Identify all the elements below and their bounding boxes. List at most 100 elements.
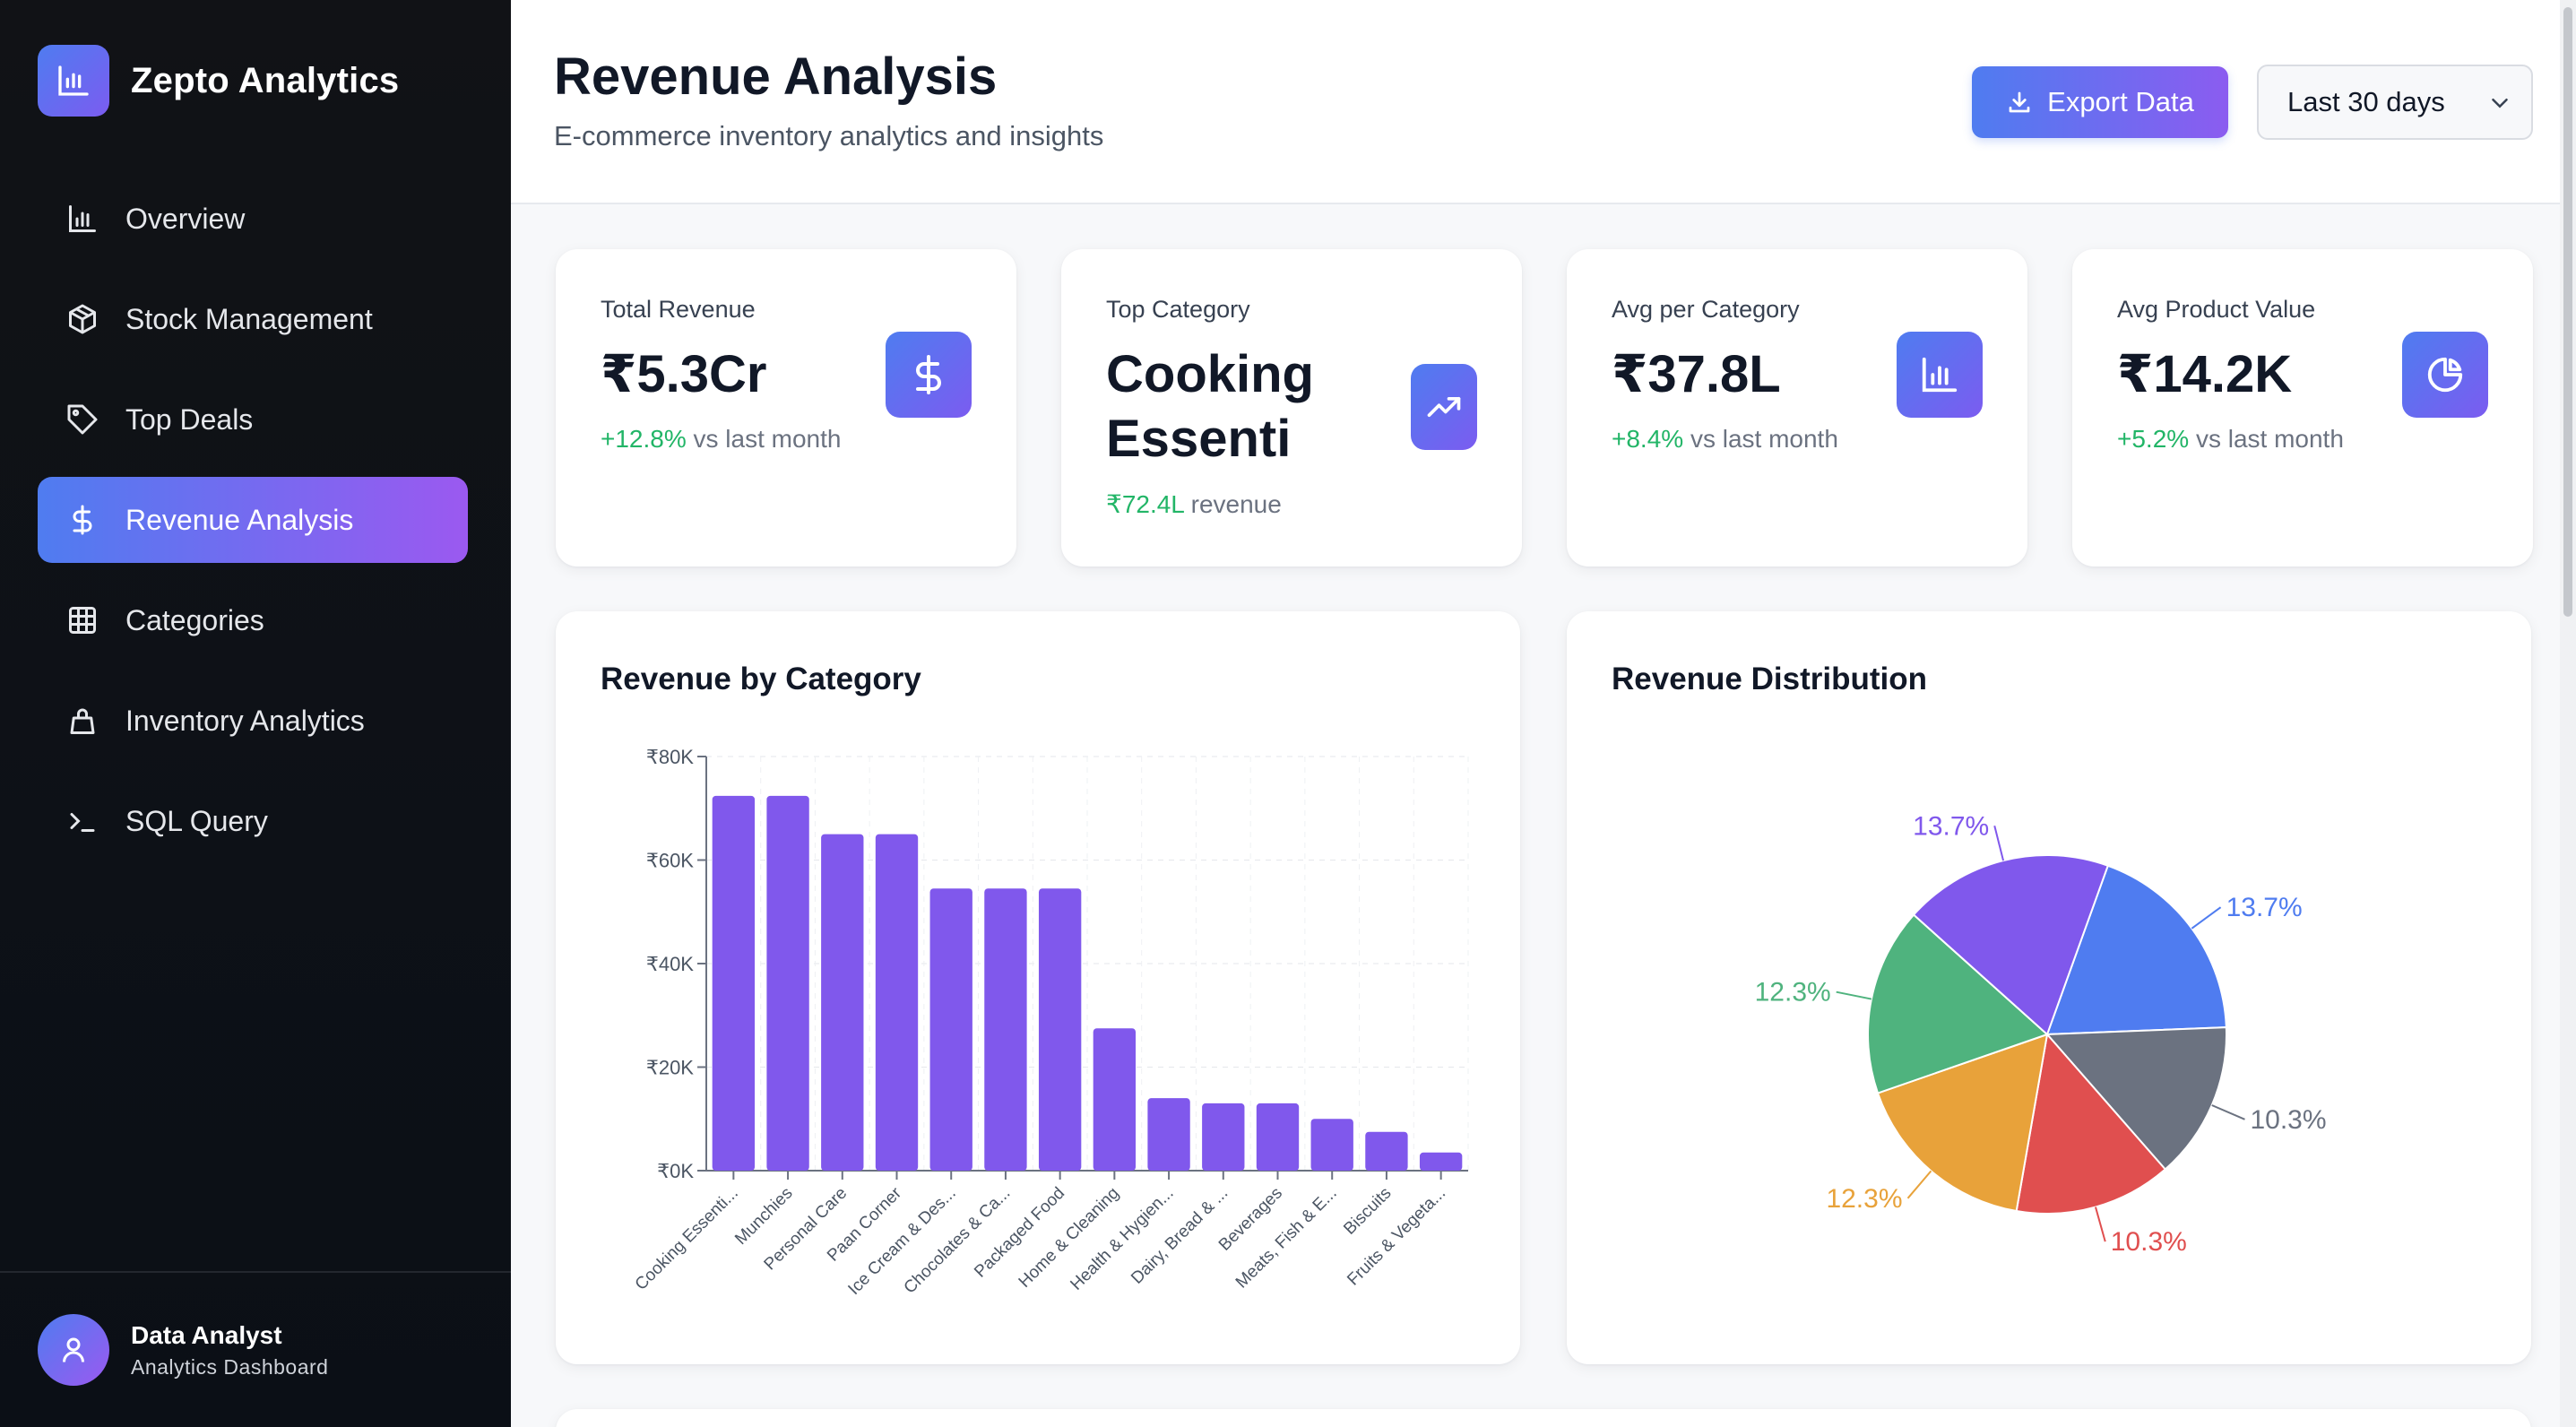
- pie-label: 13.7%: [1913, 811, 1989, 841]
- y-tick-label: ₹80K: [646, 746, 694, 768]
- kpi-change-suffix: vs last month: [1683, 425, 1838, 453]
- kpi-value: ₹5.3Cr: [601, 345, 767, 403]
- bar[interactable]: [1256, 1103, 1300, 1171]
- user-role: Analytics Dashboard: [131, 1354, 329, 1379]
- download-icon: [2009, 91, 2030, 113]
- kpi-value: Cooking Essenti: [1106, 342, 1375, 471]
- kpi-change-value: +12.8%: [601, 425, 687, 453]
- bar[interactable]: [1310, 1119, 1353, 1171]
- kpi-card-top-category: Top Category Cooking Essenti ₹72.4L reve…: [1061, 249, 1522, 566]
- sidebar-nav: Overview Stock Management Top Deals Reve…: [38, 176, 468, 878]
- pie-leader-line: [1906, 1170, 1932, 1199]
- bar[interactable]: [1093, 1028, 1137, 1171]
- bar[interactable]: [821, 834, 864, 1171]
- y-tick-label: ₹60K: [646, 850, 694, 872]
- x-tick-label: Cooking Essenti...: [632, 1184, 742, 1294]
- kpi-label: Avg per Category: [1612, 296, 1800, 323]
- kpi-label: Total Revenue: [601, 296, 756, 323]
- bar-chart-icon: [1897, 332, 1983, 418]
- bar[interactable]: [1419, 1152, 1463, 1171]
- kpi-change-suffix: vs last month: [686, 425, 842, 453]
- y-tick-label: ₹20K: [646, 1057, 694, 1079]
- terminal-icon: [65, 803, 100, 839]
- page-scrollbar[interactable]: [2560, 0, 2576, 1427]
- kpi-value: ₹14.2K: [2117, 345, 2293, 403]
- dollar-icon: [886, 332, 972, 418]
- brand-logo-icon: [38, 45, 109, 117]
- trending-up-icon: [1411, 364, 1477, 450]
- bar[interactable]: [929, 888, 972, 1171]
- grid-icon: [65, 602, 100, 638]
- x-tick-label: Dairy, Bread & ...: [1128, 1184, 1232, 1288]
- bar[interactable]: [1202, 1103, 1245, 1171]
- bar[interactable]: [1038, 888, 1082, 1171]
- kpi-value: ₹37.8L: [1612, 345, 1781, 403]
- pie-label: 10.3%: [2250, 1105, 2326, 1135]
- x-tick-label: Fruits & Vegeta...: [1344, 1184, 1449, 1290]
- kpi-change: +8.4% vs last month: [1612, 425, 1838, 454]
- bar[interactable]: [984, 888, 1027, 1171]
- page-header: Revenue Analysis E-commerce inventory an…: [511, 0, 2576, 204]
- sidebar: Zepto Analytics Overview Stock Managemen…: [0, 0, 511, 1427]
- pie-label: 13.7%: [2226, 893, 2303, 922]
- sidebar-item-categories[interactable]: Categories: [38, 577, 468, 663]
- chevron-down-icon: [2492, 99, 2508, 108]
- x-tick-label: Home & Cleaning: [1016, 1184, 1123, 1292]
- revenue-distribution-chart: 13.7% 10.3% 10.3% 12.3% 12.3% 13.7%: [1755, 811, 2327, 1257]
- user-profile[interactable]: Data Analyst Analytics Dashboard: [0, 1271, 511, 1427]
- bar[interactable]: [712, 795, 756, 1171]
- kpi-card-avg-per-category: Avg per Category ₹37.8L +8.4% vs last mo…: [1567, 249, 2027, 566]
- sidebar-item-label: Overview: [125, 202, 246, 235]
- shopping-bag-icon: [65, 703, 100, 739]
- brand[interactable]: Zepto Analytics: [38, 45, 399, 117]
- kpi-change: ₹72.4L revenue: [1106, 489, 1282, 519]
- bar[interactable]: [1147, 1098, 1190, 1171]
- pie-label: 10.3%: [2111, 1227, 2187, 1257]
- pie-leader-line: [2211, 1104, 2245, 1120]
- sidebar-item-stock-management[interactable]: Stock Management: [38, 276, 468, 362]
- bar[interactable]: [766, 795, 809, 1171]
- kpi-change-value: ₹72.4L: [1106, 490, 1184, 518]
- date-range-select[interactable]: Last 30 days: [2257, 65, 2533, 140]
- pie-chart-icon: [2402, 332, 2488, 418]
- x-tick-label: Meats, Fish & E...: [1232, 1184, 1341, 1293]
- package-icon: [65, 301, 100, 337]
- brand-title: Zepto Analytics: [131, 60, 400, 100]
- pie-label: 12.3%: [1826, 1184, 1902, 1214]
- kpi-card-avg-product-value: Avg Product Value ₹14.2K +5.2% vs last m…: [2072, 249, 2533, 566]
- x-tick-label: Health & Hygien...: [1067, 1184, 1177, 1294]
- next-section-card: [556, 1409, 2531, 1427]
- sidebar-item-overview[interactable]: Overview: [38, 176, 468, 262]
- y-tick-label: ₹40K: [646, 953, 694, 975]
- pie-leader-line: [1993, 826, 2005, 861]
- kpi-label: Top Category: [1106, 296, 1250, 323]
- export-data-label: Export Data: [2047, 86, 2194, 117]
- kpi-change: +5.2% vs last month: [2117, 425, 2344, 454]
- export-data-button[interactable]: Export Data: [1972, 66, 2228, 138]
- page-subtitle: E-commerce inventory analytics and insig…: [554, 120, 1104, 151]
- user-avatar-icon: [38, 1314, 109, 1386]
- pie-leader-line: [2095, 1206, 2106, 1242]
- sidebar-item-sql-query[interactable]: SQL Query: [38, 778, 468, 864]
- sidebar-item-label: Top Deals: [125, 402, 254, 436]
- pie-leader-line: [1836, 990, 1872, 1000]
- bar[interactable]: [875, 834, 919, 1171]
- sidebar-item-label: Revenue Analysis: [125, 503, 354, 536]
- kpi-change-suffix: vs last month: [2189, 425, 2344, 453]
- revenue-by-category-chart: ₹0K₹20K₹40K₹60K₹80KCooking Essenti...Mun…: [632, 746, 1469, 1299]
- sidebar-item-top-deals[interactable]: Top Deals: [38, 376, 468, 463]
- x-tick-label: Chocolates & Ca...: [901, 1184, 1015, 1298]
- kpi-label: Avg Product Value: [2117, 296, 2316, 323]
- dollar-icon: [65, 502, 100, 538]
- sidebar-item-inventory-analytics[interactable]: Inventory Analytics: [38, 678, 468, 764]
- sidebar-item-label: Categories: [125, 603, 264, 636]
- date-range-value: Last 30 days: [2287, 86, 2445, 117]
- bar[interactable]: [1365, 1131, 1408, 1171]
- scrollbar-thumb[interactable]: [2563, 7, 2572, 617]
- kpi-card-total-revenue: Total Revenue ₹5.3Cr +12.8% vs last mont…: [556, 249, 1016, 566]
- tag-icon: [65, 402, 100, 437]
- sidebar-item-revenue-analysis[interactable]: Revenue Analysis: [38, 477, 468, 563]
- revenue-distribution-card: Revenue Distribution 13.7% 10.3% 10.3% 12.3…: [1567, 611, 2531, 1364]
- sidebar-item-label: SQL Query: [125, 804, 268, 837]
- x-tick-label: Biscuits: [1340, 1184, 1395, 1239]
